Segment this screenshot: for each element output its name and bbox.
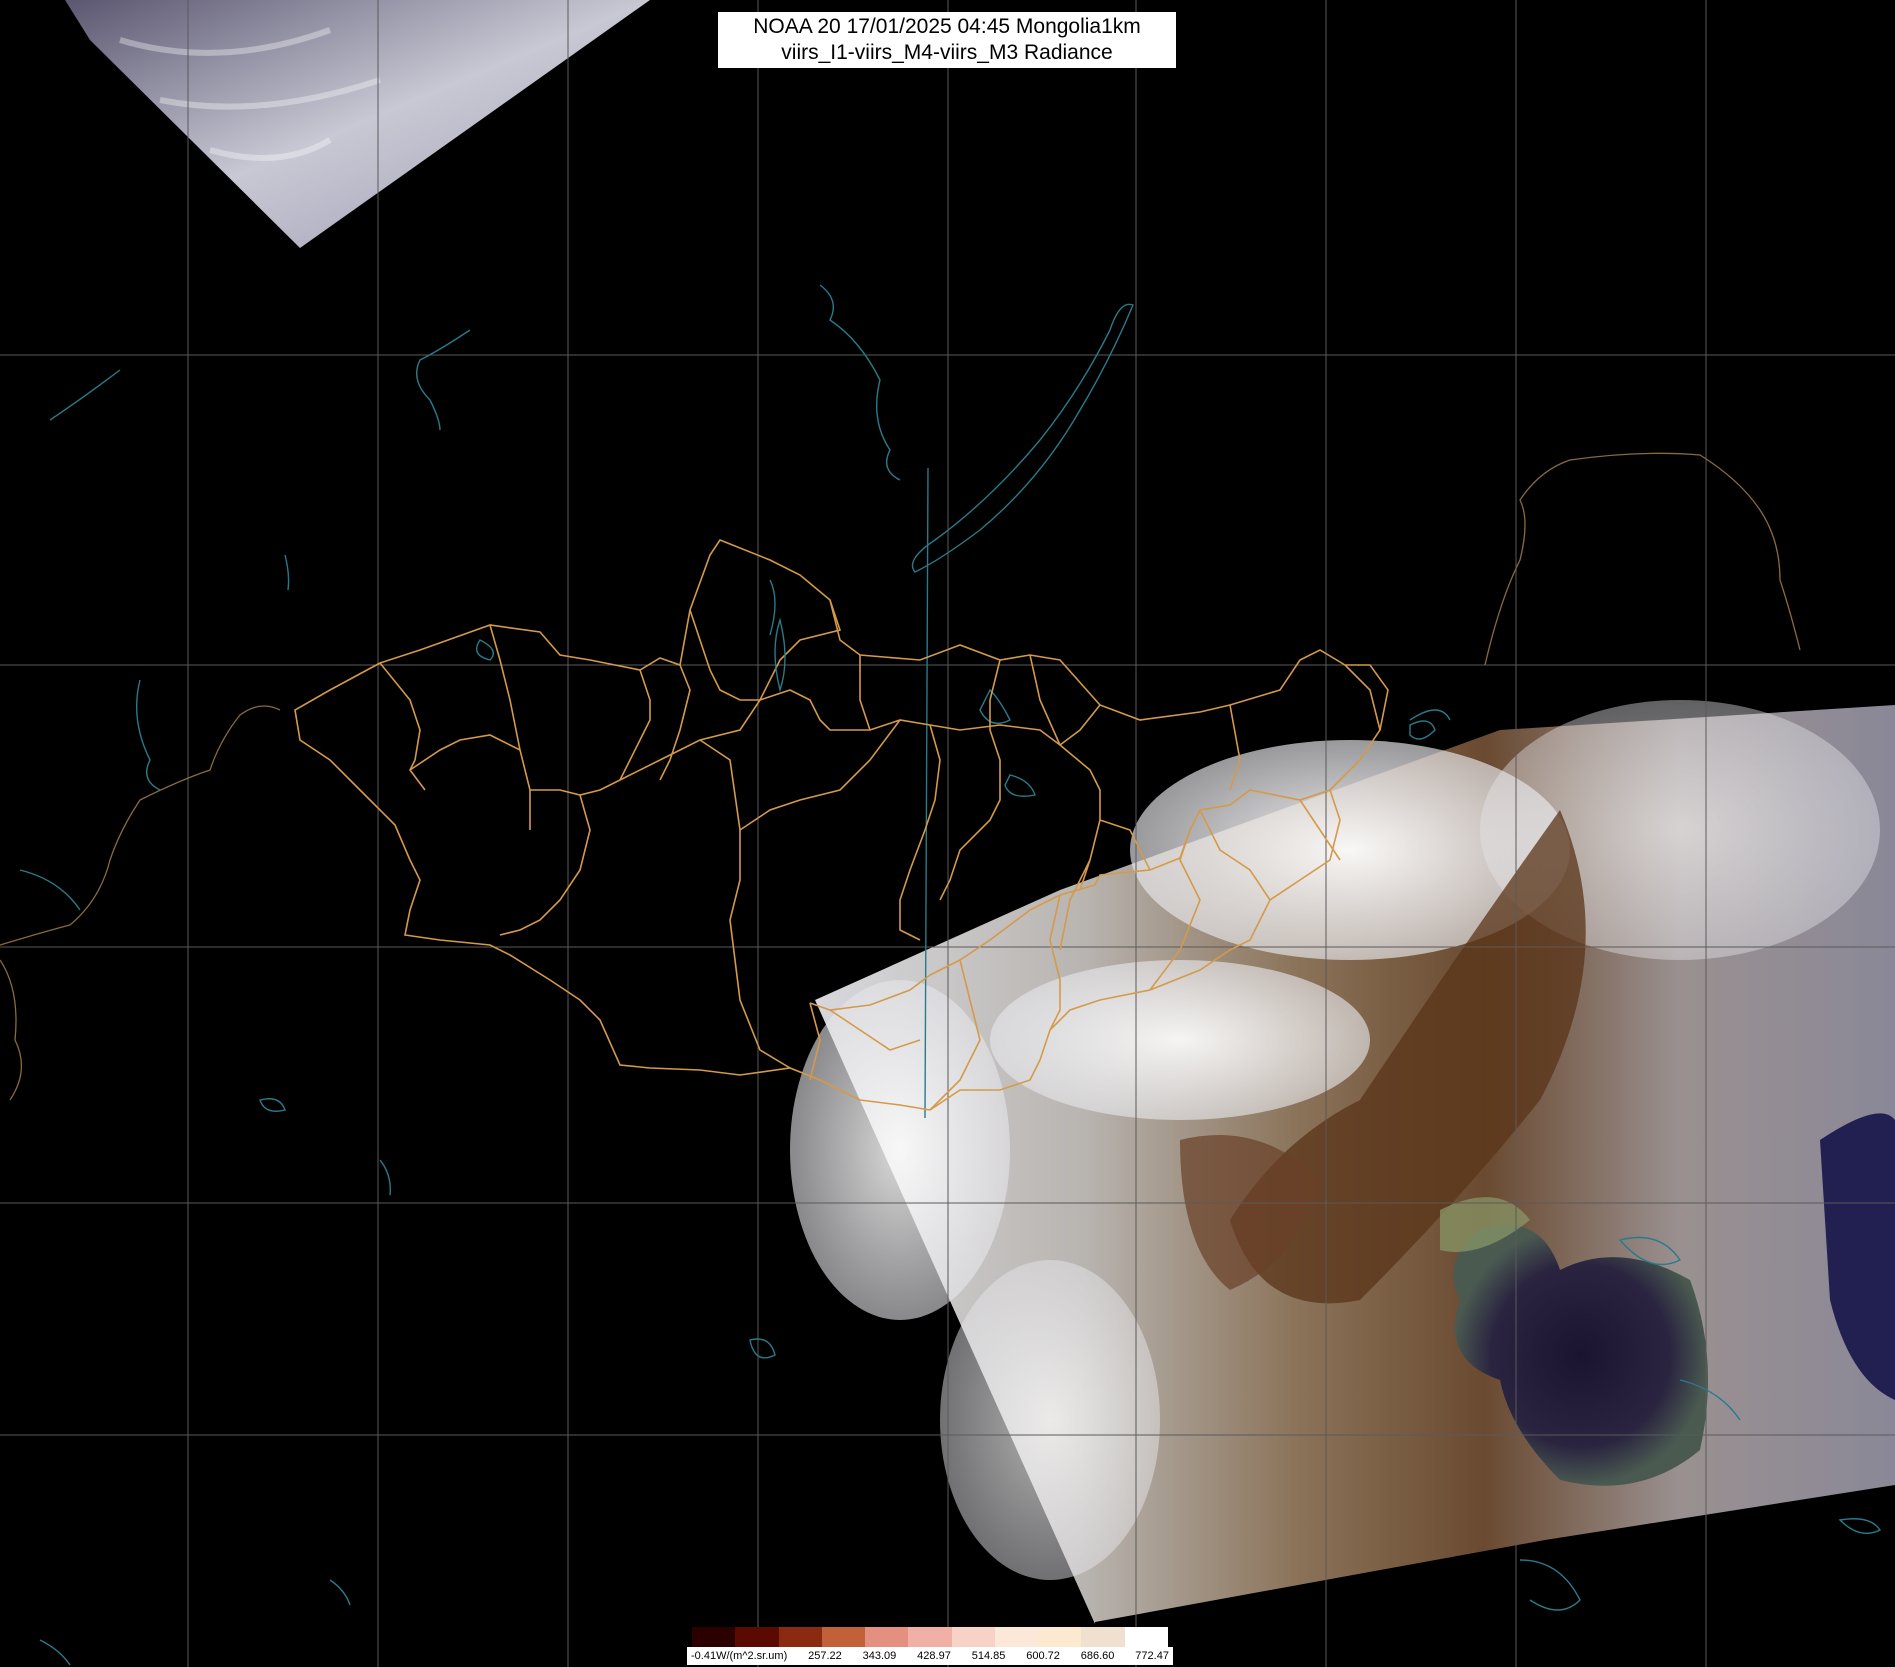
legend-swatch [1124, 1627, 1168, 1647]
legend-label: 428.97 [917, 1650, 951, 1662]
top-swath [65, 0, 650, 248]
legend-swatch [692, 1627, 736, 1647]
legend-label: 343.09 [862, 1650, 897, 1662]
legend-swatch [735, 1627, 779, 1647]
legend-swatch [778, 1627, 822, 1647]
legend-label: 257.22 [808, 1650, 842, 1662]
color-legend: -0.41W/(m^2.sr.um) 257.22 343.09 428.97 514.… [687, 1627, 1173, 1665]
legend-color-bar [692, 1627, 1168, 1647]
legend-label: 514.85 [971, 1650, 1006, 1662]
legend-swatch [951, 1627, 995, 1647]
title-line-1: NOAA 20 17/01/2025 04:45 Mongolia1km [753, 15, 1141, 38]
legend-swatch [821, 1627, 866, 1647]
legend-swatch [1038, 1627, 1082, 1647]
legend-swatch [908, 1627, 952, 1647]
legend-swatch [994, 1627, 1039, 1647]
legend-label: 686.60 [1080, 1650, 1115, 1662]
legend-swatch [865, 1627, 909, 1647]
satellite-map [0, 0, 1895, 1667]
legend-labels: -0.41W/(m^2.sr.um) 257.22 343.09 428.97 514.… [687, 1647, 1173, 1665]
legend-label: -0.41W/(m^2.sr.um) [691, 1650, 788, 1662]
legend-label: 772.47 [1135, 1650, 1169, 1662]
legend-swatch [1081, 1627, 1125, 1647]
image-title: NOAA 20 17/01/2025 04:45 Mongolia1km vii… [718, 12, 1176, 68]
main-swath [790, 700, 1895, 1624]
title-line-2: viirs_I1-viirs_M4-viirs_M3 Radiance [781, 41, 1113, 64]
legend-label: 600.72 [1026, 1650, 1060, 1662]
